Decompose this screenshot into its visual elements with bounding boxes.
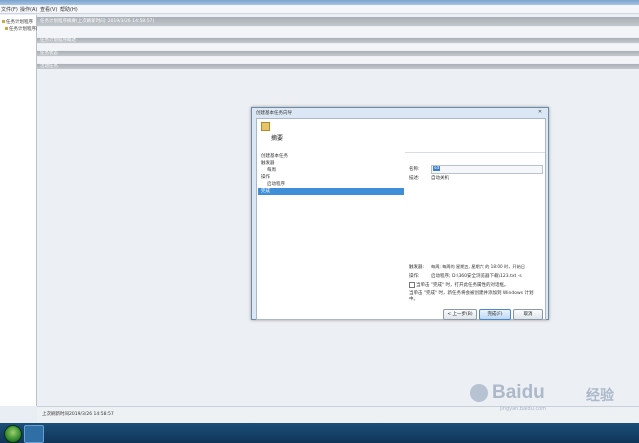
watermark-brand: Baidu bbox=[492, 382, 545, 403]
description-label: 描述: bbox=[409, 176, 420, 181]
step-finish[interactable]: 完成 bbox=[258, 188, 404, 195]
action-label: 操作: bbox=[409, 274, 420, 279]
description-value: 自动关机 bbox=[431, 176, 449, 181]
menu-action[interactable]: 操作(A) bbox=[20, 6, 37, 13]
wizard-body: 摘要 创建基本任务 触发器 每周 操作 启动程序 完成 名称: sd 描述: 自… bbox=[256, 118, 546, 320]
open-properties-checkbox[interactable] bbox=[409, 282, 415, 288]
tree-item-task-scheduler[interactable]: 任务计划程序 bbox=[2, 19, 33, 25]
name-label: 名称: bbox=[409, 167, 420, 172]
menu-help[interactable]: 帮助(H) bbox=[60, 6, 78, 13]
step-weekly[interactable]: 每周 bbox=[267, 167, 276, 173]
tree-item-label: 任务计划程序 bbox=[6, 20, 33, 25]
action-value: 启动程序; D:\360安全浏览器下载\123.txt -s bbox=[431, 274, 522, 279]
back-button[interactable]: < 上一步(B) bbox=[443, 309, 477, 320]
menu-file[interactable]: 文件(F) bbox=[1, 6, 18, 13]
task-wizard-icon bbox=[261, 122, 270, 131]
watermark-url: jingyan.baidu.com bbox=[500, 406, 547, 412]
wizard-steps-list: 创建基本任务 触发器 每周 操作 启动程序 完成 bbox=[257, 152, 405, 319]
watermark-sub: 经验 bbox=[586, 388, 614, 404]
summary-description-area bbox=[37, 27, 639, 37]
task-status-section-header[interactable]: 任务状态 bbox=[37, 51, 639, 56]
name-value: sd bbox=[433, 166, 441, 171]
overview-section-header[interactable]: 任务计划程序概述 bbox=[37, 38, 639, 43]
step-create-basic-task[interactable]: 创建基本任务 bbox=[261, 153, 288, 159]
wizard-step-title: 摘要 bbox=[271, 135, 284, 142]
tree-item-task-library[interactable]: 任务计划程序库 bbox=[5, 26, 41, 32]
start-button[interactable] bbox=[4, 425, 22, 443]
folder-icon bbox=[5, 27, 8, 30]
name-field[interactable]: sd bbox=[431, 165, 543, 174]
summary-panel: 名称: sd 描述: 自动关机 触发器: 每周; 每周的 星期五, 星期六 的 … bbox=[405, 152, 545, 320]
paw-logo-icon bbox=[470, 384, 488, 402]
finish-button[interactable]: 完成(F) bbox=[479, 309, 511, 320]
create-basic-task-wizard: 创建基本任务向导 ✕ 摘要 创建基本任务 触发器 每周 操作 启动程序 完成 名… bbox=[251, 107, 549, 320]
clock-icon bbox=[2, 20, 5, 23]
summary-header: 任务计划程序摘要(上次刷新时间: 2019/3/26 14:58:57) bbox=[37, 17, 639, 26]
overview-section-body bbox=[37, 44, 639, 50]
trigger-value: 每周; 每周的 星期五, 星期六 的 18:00 时，开始日 bbox=[431, 264, 525, 269]
baidu-watermark: Baidu 经验 jingyan.baidu.com bbox=[470, 380, 620, 412]
close-icon[interactable]: ✕ bbox=[535, 109, 545, 115]
open-properties-label: 当单击 "完成" 时，打开此任务属性的对话框。 bbox=[416, 283, 509, 288]
active-tasks-section-header[interactable]: 活动任务 bbox=[37, 64, 639, 69]
taskbar-app-icon[interactable] bbox=[24, 425, 44, 443]
task-status-section-body bbox=[37, 57, 639, 63]
menu-bar: 文件(F) 操作(A) 查看(V) 帮助(H) bbox=[0, 5, 639, 14]
finish-note: 当单击 "完成" 时，新任务将会被创建并添加到 Windows 计划中。 bbox=[409, 291, 534, 302]
tree-item-label: 任务计划程序库 bbox=[9, 27, 41, 32]
navigation-tree: 任务计划程序 任务计划程序库 bbox=[0, 15, 41, 406]
trigger-label: 触发器: bbox=[409, 265, 425, 270]
taskbar bbox=[0, 423, 639, 443]
step-start-program[interactable]: 启动程序 bbox=[267, 181, 285, 187]
menu-view[interactable]: 查看(V) bbox=[40, 6, 57, 13]
dialog-title: 创建基本任务向导 bbox=[256, 111, 292, 116]
last-refresh-text: 上次刷新时间2019/3/26 14:58:57 bbox=[42, 412, 114, 417]
wizard-header: 摘要 bbox=[257, 119, 545, 153]
step-trigger[interactable]: 触发器 bbox=[261, 160, 275, 166]
cancel-button[interactable]: 取消 bbox=[513, 309, 543, 320]
step-action[interactable]: 操作 bbox=[261, 174, 270, 180]
